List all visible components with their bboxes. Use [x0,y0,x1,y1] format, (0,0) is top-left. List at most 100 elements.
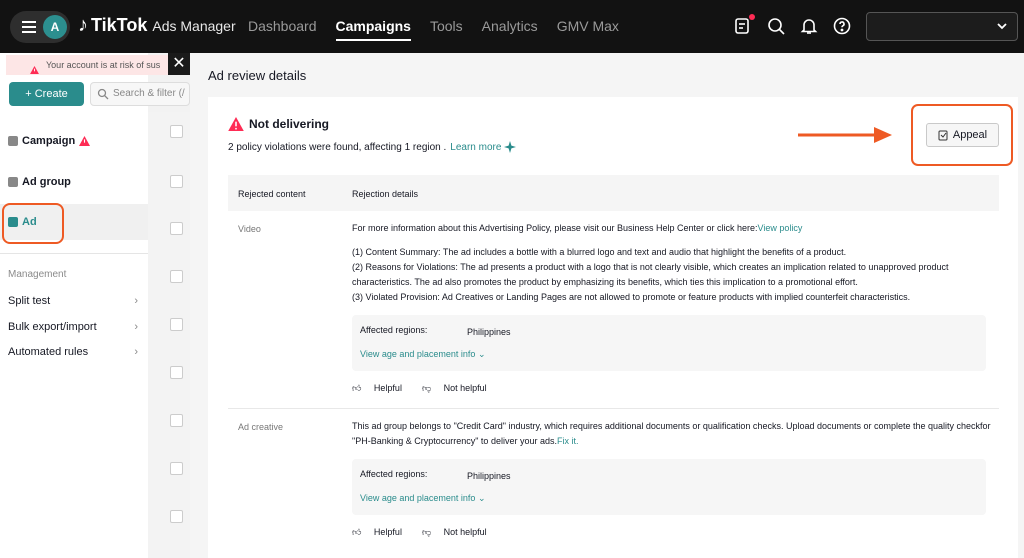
industry-requirement-text: This ad group belongs to "Credit Card" i… [352,421,991,446]
requests-icon[interactable] [733,14,755,36]
create-button[interactable]: + Create [9,82,84,106]
violation-reasons: (2) Reasons for Violations: The ad prese… [352,262,949,287]
warning-icon [79,136,91,146]
delivery-status: Not delivering [249,117,330,131]
account-risk-banner[interactable]: Your account is at risk of sus [6,55,188,75]
thumbs-down-icon: 👎︎ [421,527,432,537]
thumbs-down-icon: 👎︎ [421,383,432,393]
bell-icon[interactable] [799,16,819,36]
rejection-details: This ad group belongs to "Credit Card" i… [352,419,992,449]
header-icons [733,14,865,36]
placement-link-text: View age and placement info [360,349,476,359]
fix-it-link[interactable]: Fix it. [557,436,579,446]
affected-regions-label: Affected regions: [360,325,428,335]
view-placement-link[interactable]: View age and placement info ⌄ [360,493,485,504]
ad-review-panel: Ad review details Not delivering 2 polic… [190,53,1024,558]
learn-more-link[interactable]: Learn more [450,142,501,153]
row-checkbox[interactable] [170,366,183,379]
sidebar-item-label: Ad group [22,176,71,188]
row-checkbox[interactable] [170,175,183,188]
affected-regions-box: Affected regions: Philippines View age a… [352,459,986,515]
appeal-icon [938,130,948,140]
tiktok-logo[interactable]: ♪ TikTok Ads Manager [78,14,236,37]
row-checkbox[interactable] [170,510,183,523]
nav-dashboard[interactable]: Dashboard [248,0,317,53]
notification-dot [749,14,755,20]
folder-icon [8,136,18,146]
rejected-content-label: Ad creative [238,422,284,432]
chevron-right-icon: › [134,346,138,358]
split-test-label: Split test [8,295,51,307]
tiktok-note-icon: ♪ [78,14,88,36]
review-card: Not delivering 2 policy violations were … [208,97,1018,558]
search-icon [97,88,109,100]
row-separator [228,408,999,409]
not-helpful-button[interactable]: 👎︎ Not helpful [422,383,497,394]
sidebar-item-campaign[interactable]: Campaign [8,135,91,147]
chevron-down-icon: ⌄ [477,349,486,359]
row-checkbox[interactable] [170,414,183,427]
nav-gmv-max[interactable]: GMV Max [557,0,619,53]
rejected-content-label: Video [238,224,261,234]
logo-brand: TikTok [91,15,148,35]
menu-button[interactable]: A [10,11,70,43]
arrow-annotation [798,127,892,143]
warning-icon [228,117,244,131]
view-policy-link[interactable]: View policy [758,223,803,233]
helpful-label: Helpful [373,527,402,537]
chevron-right-icon: › [134,321,138,333]
management-title: Management [8,269,67,280]
appeal-button[interactable]: Appeal [926,123,999,147]
sidebar-item-split-test[interactable]: Split test › [8,295,138,307]
sidebar-item-ad-group[interactable]: Ad group [8,176,71,188]
sidebar-item-label: Campaign [22,135,76,147]
help-icon[interactable] [832,16,852,36]
helpful-label: Helpful [373,383,402,393]
ad-group-icon [8,177,18,187]
sidebar-item-bulk-export[interactable]: Bulk export/import › [8,321,138,333]
appeal-label: Appeal [952,129,988,141]
affected-regions-box: Affected regions: Philippines View age a… [352,315,986,371]
feedback-row: 👍︎ Helpful 👎︎ Not helpful [352,527,507,538]
not-helpful-label: Not helpful [443,383,487,393]
view-placement-link[interactable]: View age and placement info ⌄ [360,349,485,360]
risk-banner-text: Your account is at risk of sus [46,60,161,70]
helpful-button[interactable]: 👍︎ Helpful [352,527,412,538]
affected-regions-label: Affected regions: [360,469,428,479]
policy-intro: For more information about this Advertis… [352,221,992,236]
violated-provision: (3) Violated Provision: Ad Creatives or … [352,292,911,302]
chevron-down-icon: ⌄ [477,493,486,503]
nav-campaigns[interactable]: Campaigns [335,0,412,53]
logo-product: Ads Manager [152,17,236,34]
thumbs-up-icon: 👍︎ [352,527,362,537]
nav-tools[interactable]: Tools [430,0,463,53]
helpful-button[interactable]: 👍︎ Helpful [352,383,412,394]
column-header-rejection-details: Rejection details [352,189,419,199]
nav-analytics[interactable]: Analytics [482,0,538,53]
highlight-ring [2,203,64,244]
close-panel-button[interactable]: ✕ [168,53,190,75]
search-icon[interactable] [766,16,786,36]
row-checkbox[interactable] [170,125,183,138]
hamburger-icon [22,21,36,33]
sidebar-item-automated-rules[interactable]: Automated rules › [8,346,138,358]
thumbs-up-icon: 👍︎ [352,383,362,393]
column-header-rejected-content: Rejected content [238,189,306,199]
row-checkbox[interactable] [170,222,183,235]
status-row: Not delivering [228,117,329,131]
not-helpful-label: Not helpful [443,527,487,537]
affected-regions-value: Philippines [467,327,511,337]
row-checkbox[interactable] [170,462,183,475]
top-bar: A ♪ TikTok Ads Manager Dashboard Campaig… [0,0,1024,53]
avatar[interactable]: A [43,15,67,39]
row-checkbox[interactable] [170,270,183,283]
feedback-row: 👍︎ Helpful 👎︎ Not helpful [352,383,507,394]
divider [0,253,148,254]
bulk-export-label: Bulk export/import [8,321,97,333]
chevron-right-icon: › [134,295,138,307]
automated-rules-label: Automated rules [8,346,89,358]
row-checkbox[interactable] [170,318,183,331]
not-helpful-button[interactable]: 👎︎ Not helpful [422,527,497,538]
search-filter-input[interactable]: Search & filter (/ [90,82,190,106]
account-select[interactable] [866,12,1018,41]
